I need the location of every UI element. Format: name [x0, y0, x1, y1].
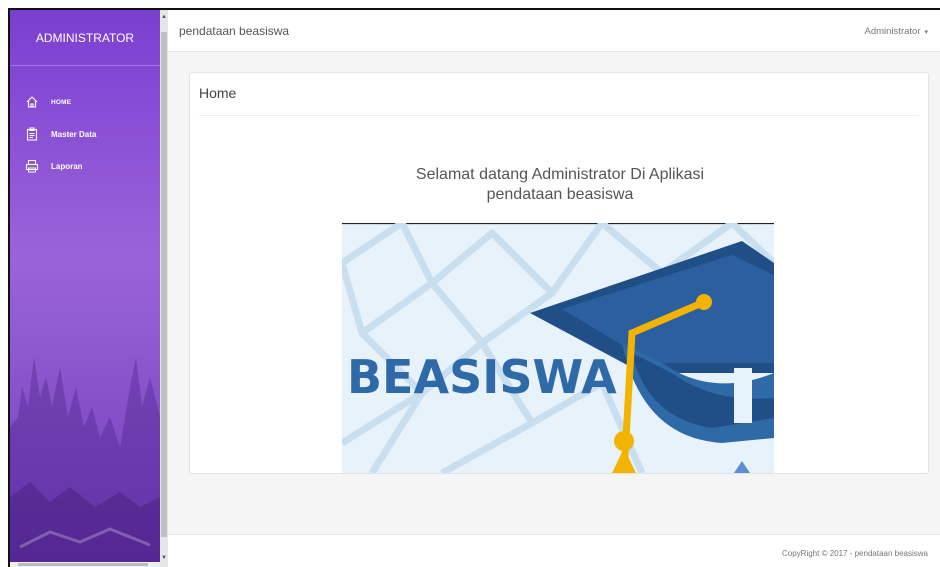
- sidebar-scrollbar[interactable]: ▲ ▼: [160, 10, 168, 567]
- panel-divider: [199, 115, 919, 116]
- panel-title: Home: [199, 85, 237, 101]
- user-menu[interactable]: Administrator ▾: [865, 26, 928, 37]
- forest-background: [10, 357, 160, 567]
- sidebar: ADMINISTRATOR HOME Master Data Laporan: [10, 10, 160, 567]
- home-panel: Home Selamat datang Administrator Di Apl…: [189, 72, 929, 474]
- sidebar-item-label: Laporan: [51, 161, 83, 171]
- sidebar-nav: HOME Master Data Laporan: [10, 86, 160, 182]
- footer: CopyRight © 2017 - pendataan beasiswa: [168, 534, 940, 567]
- sidebar-brand: ADMINISTRATOR: [10, 10, 160, 66]
- app-window: ADMINISTRATOR HOME Master Data Laporan ▲…: [0, 0, 940, 567]
- main-content: pendataan beasiswa Administrator ▾ Home S…: [168, 10, 940, 567]
- sidebar-item-label: HOME: [51, 98, 72, 106]
- scroll-down-arrow-icon[interactable]: ▼: [161, 555, 167, 561]
- app-title[interactable]: pendataan beasiswa: [179, 24, 289, 38]
- hero-text: BEASISWA: [347, 350, 617, 404]
- sidebar-item-home[interactable]: HOME: [10, 86, 160, 118]
- caret-down-icon: ▾: [924, 29, 928, 36]
- horizontal-scrollbar-thumb[interactable]: [18, 563, 148, 566]
- top-navbar: pendataan beasiswa Administrator ▾: [168, 10, 940, 52]
- scrollbar-thumb[interactable]: [161, 32, 167, 537]
- user-name: Administrator: [864, 26, 921, 37]
- copyright-text: CopyRight © 2017 - pendataan beasiswa: [782, 549, 928, 558]
- beasiswa-banner-image: BEASISWA: [342, 223, 774, 473]
- printer-icon: [25, 160, 39, 173]
- clipboard-icon: [26, 127, 38, 141]
- welcome-message: Selamat datang Administrator Di Aplikasi…: [190, 165, 928, 205]
- welcome-line-1: Selamat datang Administrator Di Aplikasi: [415, 166, 705, 183]
- welcome-line-2: pendataan beasiswa: [486, 186, 634, 203]
- horizontal-scrollbar[interactable]: [10, 562, 160, 567]
- sidebar-item-label: Master Data: [51, 129, 97, 139]
- scroll-up-arrow-icon[interactable]: ▲: [161, 14, 167, 20]
- home-icon: [26, 96, 38, 108]
- sidebar-item-master-data[interactable]: Master Data: [10, 118, 160, 150]
- sidebar-item-laporan[interactable]: Laporan: [10, 150, 160, 182]
